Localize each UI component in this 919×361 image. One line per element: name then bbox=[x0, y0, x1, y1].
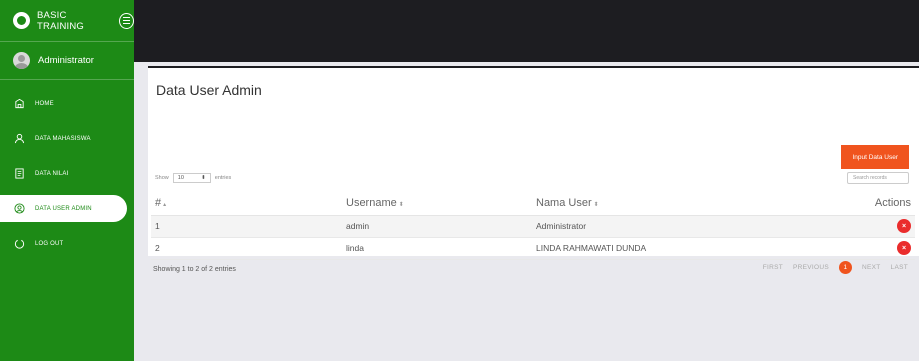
sort-icon: ⬍ bbox=[593, 202, 599, 209]
data-card: Data User Admin Input Data User Show 10 … bbox=[148, 66, 919, 274]
column-header-number[interactable]: # ▴ bbox=[151, 192, 346, 216]
length-suffix: entries bbox=[214, 175, 232, 181]
cell-nama-user: Administrator bbox=[536, 215, 826, 238]
pagination-previous[interactable]: PREVIOUS bbox=[793, 264, 829, 271]
search-input[interactable] bbox=[847, 172, 909, 184]
table-header-row: # ▴ Username ⬍ Nama User ⬍ Actions bbox=[151, 192, 915, 216]
select-arrows-icon: ⬍ bbox=[201, 175, 206, 181]
pagination-last[interactable]: LAST bbox=[891, 264, 908, 271]
sidebar-item-data-mahasiswa[interactable]: DATA MAHASISWA bbox=[0, 125, 134, 152]
entries-select[interactable]: 10 ⬍ bbox=[172, 173, 211, 183]
table-row: 1 admin Administrator × bbox=[151, 215, 915, 238]
cell-actions: × bbox=[826, 215, 915, 238]
pagination-first[interactable]: FIRST bbox=[763, 264, 783, 271]
home-icon bbox=[13, 98, 25, 110]
column-header-username[interactable]: Username ⬍ bbox=[346, 192, 536, 216]
entries-length-control: Show 10 ⬍ entries bbox=[155, 173, 231, 183]
avatar bbox=[13, 52, 30, 69]
top-navbar bbox=[134, 0, 919, 62]
user-icon bbox=[13, 133, 25, 145]
logout-icon bbox=[13, 238, 25, 250]
pagination-page-1[interactable]: 1 bbox=[838, 261, 852, 274]
delete-icon[interactable]: × bbox=[897, 219, 911, 233]
menu-toggle-icon[interactable] bbox=[118, 12, 134, 29]
pagination-next[interactable]: NEXT bbox=[862, 264, 881, 271]
input-data-user-button[interactable]: Input Data User bbox=[841, 145, 909, 169]
sidebar: BASIC TRAINING Administrator HOME DATA M… bbox=[0, 0, 134, 361]
cell-username: linda bbox=[346, 237, 536, 260]
column-header-actions: Actions bbox=[826, 192, 915, 216]
sort-asc-icon: ▴ bbox=[163, 202, 167, 209]
sidebar-nav: HOME DATA MAHASISWA DATA NILAI DATA USER… bbox=[0, 90, 134, 257]
column-header-nama-user[interactable]: Nama User ⬍ bbox=[536, 192, 826, 216]
sidebar-item-label: DATA MAHASISWA bbox=[35, 135, 91, 142]
user-table: # ▴ Username ⬍ Nama User ⬍ Actions 1 admin … bbox=[151, 192, 915, 260]
cell-number: 2 bbox=[151, 237, 346, 260]
sidebar-item-label: DATA NILAI bbox=[35, 170, 69, 177]
page-title: Data User Admin bbox=[156, 82, 262, 98]
cell-nama-user: LINDA RAHMAWATI DUNDA bbox=[536, 237, 826, 260]
sidebar-item-log-out[interactable]: LOG OUT bbox=[0, 230, 134, 257]
sort-icon: ⬍ bbox=[398, 202, 404, 209]
length-prefix: Show bbox=[155, 175, 169, 181]
brand-logo-icon bbox=[13, 12, 30, 29]
table-info: Showing 1 to 2 of 2 entries bbox=[153, 266, 236, 273]
sidebar-item-data-user-admin[interactable]: DATA USER ADMIN bbox=[0, 195, 127, 222]
cell-actions: × bbox=[826, 237, 915, 260]
sidebar-item-label: HOME bbox=[35, 100, 54, 107]
sidebar-item-data-nilai[interactable]: DATA NILAI bbox=[0, 160, 134, 187]
pagination: FIRST PREVIOUS 1 NEXT LAST bbox=[753, 261, 908, 274]
entries-select-value: 10 bbox=[177, 175, 184, 181]
brand-title: BASIC TRAINING bbox=[37, 9, 84, 32]
brand-bar: BASIC TRAINING bbox=[0, 0, 134, 42]
sidebar-item-label: LOG OUT bbox=[35, 240, 64, 247]
cell-number: 1 bbox=[151, 215, 346, 238]
admin-icon bbox=[13, 203, 25, 215]
delete-icon[interactable]: × bbox=[897, 241, 911, 255]
user-panel: Administrator bbox=[0, 42, 134, 80]
user-name: Administrator bbox=[38, 55, 94, 66]
sidebar-item-label: DATA USER ADMIN bbox=[35, 205, 92, 212]
cell-username: admin bbox=[346, 215, 536, 238]
document-icon bbox=[13, 168, 25, 180]
table-row: 2 linda LINDA RAHMAWATI DUNDA × bbox=[151, 237, 915, 260]
sidebar-item-home[interactable]: HOME bbox=[0, 90, 134, 117]
